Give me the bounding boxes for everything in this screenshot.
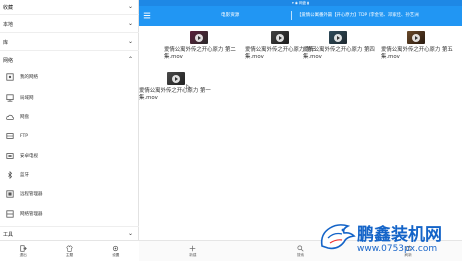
sidebar-item-label: 网盘 — [20, 115, 29, 120]
sidebar-item-remote-manager[interactable]: 远程管理器 — [0, 185, 139, 203]
exit-button[interactable]: 退出 — [19, 244, 27, 258]
section-label: 库 — [3, 39, 9, 46]
exit-label: 退出 — [19, 252, 27, 257]
watermark-text: 鹏鑫装机网 — [357, 225, 442, 245]
sidebar-item-label: 我的网络 — [20, 75, 38, 80]
file-name: 爱情公寓外传之开心原力 第五集.mov — [381, 47, 453, 60]
ftp-icon — [5, 132, 14, 141]
tv-icon — [5, 152, 14, 161]
chevron-down-icon: ⌄ — [127, 20, 133, 27]
status-strip-text: ▾ ◉ 网盘 ▮ — [291, 0, 310, 5]
chevron-down-icon: ⌄ — [127, 3, 133, 10]
watermark-logo-icon — [320, 224, 356, 250]
section-label: 收藏 — [3, 4, 14, 11]
chevron-down-icon: ⌄ — [127, 230, 133, 237]
network-icon — [5, 73, 14, 82]
section-local[interactable]: 本地 ⌄ — [0, 17, 139, 31]
file-name: 爱情公寓外传之开心原力 第二集.mov — [164, 47, 236, 60]
section-tools[interactable]: 工具 ⌄ — [0, 227, 139, 241]
file-name: 爱情公寓外传之开心原力 第一集.mov — [139, 88, 211, 101]
file-item[interactable]: 爱情公寓外传之开心原力 第四集.mov — [303, 31, 375, 61]
sidebar-item-ftp[interactable]: FTP — [0, 127, 139, 145]
breadcrumb-current[interactable]: 【爱情公寓番外篇【开心原力】TDP (李金铭、邓家佳、孙艺洲 — [297, 12, 461, 18]
section-favorites[interactable]: 收藏 ⌄ — [0, 0, 139, 14]
breadcrumb-parent[interactable]: 电影资源 — [221, 12, 239, 18]
sidebar-item-label: 蓝牙 — [20, 173, 29, 178]
chevron-up-icon: ⌃ — [127, 56, 133, 63]
sidebar-item-android-tv[interactable]: 安卓电视 — [0, 147, 139, 165]
sidebar-item-label: 安卓电视 — [20, 154, 38, 159]
sidebar-item-network-manager[interactable]: 网络管理器 — [0, 205, 139, 223]
section-label: 工具 — [3, 231, 14, 238]
exit-icon — [20, 244, 27, 252]
video-thumbnail — [271, 31, 289, 44]
section-label: 本地 — [3, 21, 14, 28]
search-label: 搜索 — [296, 252, 305, 257]
theme-icon — [66, 244, 73, 252]
settings-button[interactable]: 设置 — [112, 245, 119, 258]
divider — [0, 14, 139, 15]
sidebar-bottom-bar: 退出 主题 设置 — [0, 240, 139, 261]
settings-icon — [113, 245, 119, 251]
video-thumbnail — [407, 31, 425, 44]
divider — [0, 50, 139, 51]
sidebar-item-bluetooth[interactable]: 蓝牙 — [0, 166, 139, 184]
play-icon — [334, 33, 342, 42]
topbar: 电影资源 【爱情公寓番外篇【开心原力】TDP (李金铭、邓家佳、孙艺洲 — [139, 6, 462, 26]
sidebar-item-label: FTP — [20, 133, 28, 139]
cursor-icon — [186, 84, 191, 90]
file-item[interactable]: 爱情公寓外传之开心原力 第五集.mov — [381, 31, 461, 61]
sidebar-item-lan[interactable]: 局域网 — [0, 89, 139, 107]
file-name: 爱情公寓外传之开心原力 第四集.mov — [303, 47, 375, 60]
new-label: 新建 — [189, 252, 197, 257]
sidebar-item-cloud[interactable]: 网盘 — [0, 108, 139, 126]
play-icon — [195, 33, 203, 42]
file-item[interactable]: 爱情公寓外传之开心原力 第一集.mov — [139, 72, 211, 102]
watermark-url: www.0753px.com — [357, 244, 438, 254]
settings-label: 设置 — [112, 252, 120, 257]
play-icon — [276, 33, 284, 42]
play-icon — [172, 74, 180, 83]
search-button[interactable]: 搜索 — [296, 244, 305, 258]
section-library[interactable]: 库 ⌄ — [0, 35, 139, 49]
search-icon — [297, 244, 304, 252]
video-thumbnail — [329, 31, 347, 44]
new-button[interactable]: 新建 — [189, 245, 196, 258]
cloud-icon — [5, 113, 14, 122]
plus-icon — [190, 245, 196, 251]
chevron-down-icon: ⌄ — [127, 38, 133, 45]
section-network[interactable]: 网络 ⌃ — [0, 53, 139, 67]
theme-button[interactable]: 主题 — [65, 244, 74, 258]
lan-icon — [5, 94, 14, 103]
remote-icon — [5, 190, 14, 199]
file-item[interactable]: 爱情公寓外传之开心原力 第二集.mov — [164, 31, 236, 61]
breadcrumb-separator — [291, 11, 292, 20]
sidebar: 收藏 ⌄ 本地 ⌄ 库 ⌄ 网络 ⌃ 我的网络 局域网 网盘 FTP 安卓电视 … — [0, 0, 139, 261]
video-thumbnail — [190, 31, 208, 44]
bluetooth-icon — [5, 171, 14, 180]
video-thumbnail — [167, 72, 185, 85]
sidebar-item-label: 远程管理器 — [20, 192, 43, 197]
sidebar-item-label: 局域网 — [20, 96, 34, 101]
section-label: 网络 — [3, 57, 14, 64]
sidebar-item-label: 网络管理器 — [20, 212, 43, 217]
menu-icon[interactable] — [143, 11, 151, 20]
play-icon — [412, 33, 420, 42]
theme-label: 主题 — [65, 252, 74, 257]
network-manager-icon — [5, 210, 14, 219]
divider — [0, 32, 139, 33]
sidebar-item-my-network[interactable]: 我的网络 — [0, 68, 139, 86]
